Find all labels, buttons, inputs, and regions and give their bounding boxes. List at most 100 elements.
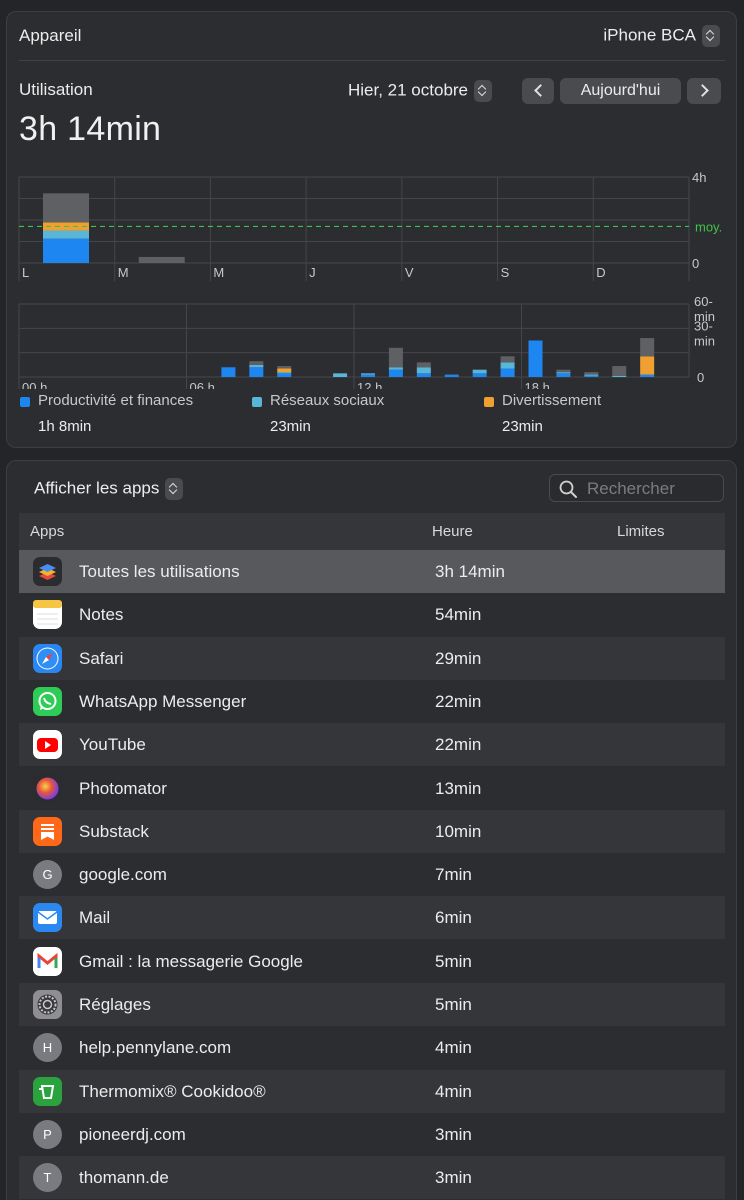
app-time: 3h 14min [435,562,505,581]
legend-swatch-productivity [20,397,30,407]
x-tick-label: J [309,265,316,280]
hour-bar-segment[interactable] [249,367,264,377]
hour-bar-segment[interactable] [249,364,264,368]
app-time: 4min [435,1038,472,1058]
notes-icon [33,600,62,630]
table-row[interactable]: Photomator 13min [19,767,725,810]
column-limits[interactable]: Limites [617,523,665,540]
table-row[interactable]: Tthomann.de 3min [19,1156,725,1200]
stack-icon [33,557,62,586]
table-row[interactable]: YouTube 22min [19,723,725,767]
table-row[interactable]: Safari 29min [19,636,725,680]
hour-bar-segment[interactable] [277,366,292,369]
previous-day-button[interactable] [522,78,554,104]
show-apps-selector[interactable]: Afficher les apps [34,478,184,500]
hour-bar-segment[interactable] [388,369,403,377]
hour-bar-segment[interactable] [333,373,348,377]
y-tick-label: 4h [692,170,706,185]
app-time: 3min [435,1124,472,1144]
hour-bar-segment[interactable] [277,373,292,377]
hour-bar-segment[interactable] [556,373,571,377]
hour-bar-segment[interactable] [277,368,292,373]
app-time: 29min [435,648,482,668]
hour-bar-segment[interactable] [500,368,515,377]
table-row[interactable]: Notes 54min [19,593,725,636]
hour-bar-segment[interactable] [416,362,431,368]
column-time[interactable]: Heure [432,523,473,540]
app-name: pioneerdj.com [79,1124,186,1144]
hour-bar-segment[interactable] [500,356,515,363]
table-row[interactable]: Substack 10min [19,809,725,853]
hour-bar-segment[interactable] [361,373,375,375]
x-tick-label: M [118,265,129,280]
hour-bar-segment[interactable] [472,369,487,374]
hour-bar-segment[interactable] [640,374,655,377]
app-time: 22min [435,691,482,711]
table-row[interactable]: Toutes les utilisations 3h 14min [19,550,725,593]
hour-bar-segment[interactable] [221,367,236,377]
hour-bar-segment[interactable] [388,347,403,368]
hour-bar-segment[interactable] [416,373,431,377]
app-name: Réglages [79,995,151,1014]
app-time: 5min [435,995,472,1014]
hour-bar-segment[interactable] [584,372,599,375]
next-day-button[interactable] [687,78,721,104]
date-selector[interactable]: Hier, 21 octobre [348,80,493,102]
hour-bar-segment[interactable] [556,372,571,374]
week-bar-segment[interactable] [43,230,89,239]
apps-panel: Afficher les apps Rechercher Apps Heure … [6,460,737,1200]
table-row[interactable]: Mail 6min [19,896,725,940]
hour-bar-segment[interactable] [444,374,459,377]
x-tick-label: L [22,265,29,280]
date-label: Hier, 21 octobre [348,80,469,100]
y-tick-label: 30-min [694,318,715,348]
hour-bar-segment[interactable] [500,362,515,369]
hour-bar-segment[interactable] [277,372,292,374]
table-row[interactable]: Thermomix® Cookidoo® 4min [19,1069,725,1113]
week-bar-segment[interactable] [138,256,185,263]
week-bar-segment[interactable] [43,193,89,223]
hour-bar-segment[interactable] [640,338,655,357]
thermomix-icon [33,1076,62,1106]
hour-bar-segment[interactable] [361,374,375,377]
search-input[interactable]: Rechercher [549,474,724,502]
table-row[interactable]: Ggoogle.com 7min [19,853,725,896]
hour-bar-segment[interactable] [612,366,627,376]
x-tick-label: M [213,265,224,280]
table-row[interactable]: Ppioneerdj.com 3min [19,1113,725,1156]
device-name: iPhone BCA [603,25,696,45]
table-row[interactable]: Réglages 5min [19,983,725,1026]
legend-label-productivity: Productivité et finances [38,392,194,409]
app-name: Gmail : la messagerie Google [79,951,303,971]
hour-bar-segment[interactable] [584,374,599,376]
hour-bar-segment[interactable] [528,340,543,378]
hour-bar-segment[interactable] [612,375,627,377]
hour-bar-segment[interactable] [640,356,655,375]
app-time: 6min [435,908,472,928]
hour-bar-segment[interactable] [416,367,431,374]
x-tick-label: 18 h [525,380,550,389]
y-tick-label: 0 [697,370,704,385]
table-row[interactable]: WhatsApp Messenger 22min [19,680,725,723]
app-name: Safari [79,648,124,668]
hour-bar-segment[interactable] [472,373,487,377]
app-time: 3min [435,1168,472,1188]
legend-swatch-entertainment [484,397,494,407]
app-time: 13min [435,778,482,798]
hour-bar-segment[interactable] [584,375,599,377]
hour-bar-segment[interactable] [388,367,403,370]
today-button[interactable]: Aujourd'hui [560,78,681,104]
app-name: Substack [79,821,149,841]
usage-total: 3h 14min [19,110,162,148]
week-bar-segment[interactable] [43,238,89,263]
app-time: 10min [435,821,482,841]
device-selector[interactable]: iPhone BCA [603,25,720,47]
hour-bar-segment[interactable] [249,361,264,365]
hour-bar-segment[interactable] [556,369,571,373]
column-apps[interactable]: Apps [30,523,64,540]
legend-value-social: 23min [270,418,311,435]
usage-label: Utilisation [19,80,93,99]
table-row[interactable]: Hhelp.pennylane.com 4min [19,1026,725,1069]
web-icon: G [33,860,62,890]
table-row[interactable]: Gmail : la messagerie Google 5min [19,940,725,983]
